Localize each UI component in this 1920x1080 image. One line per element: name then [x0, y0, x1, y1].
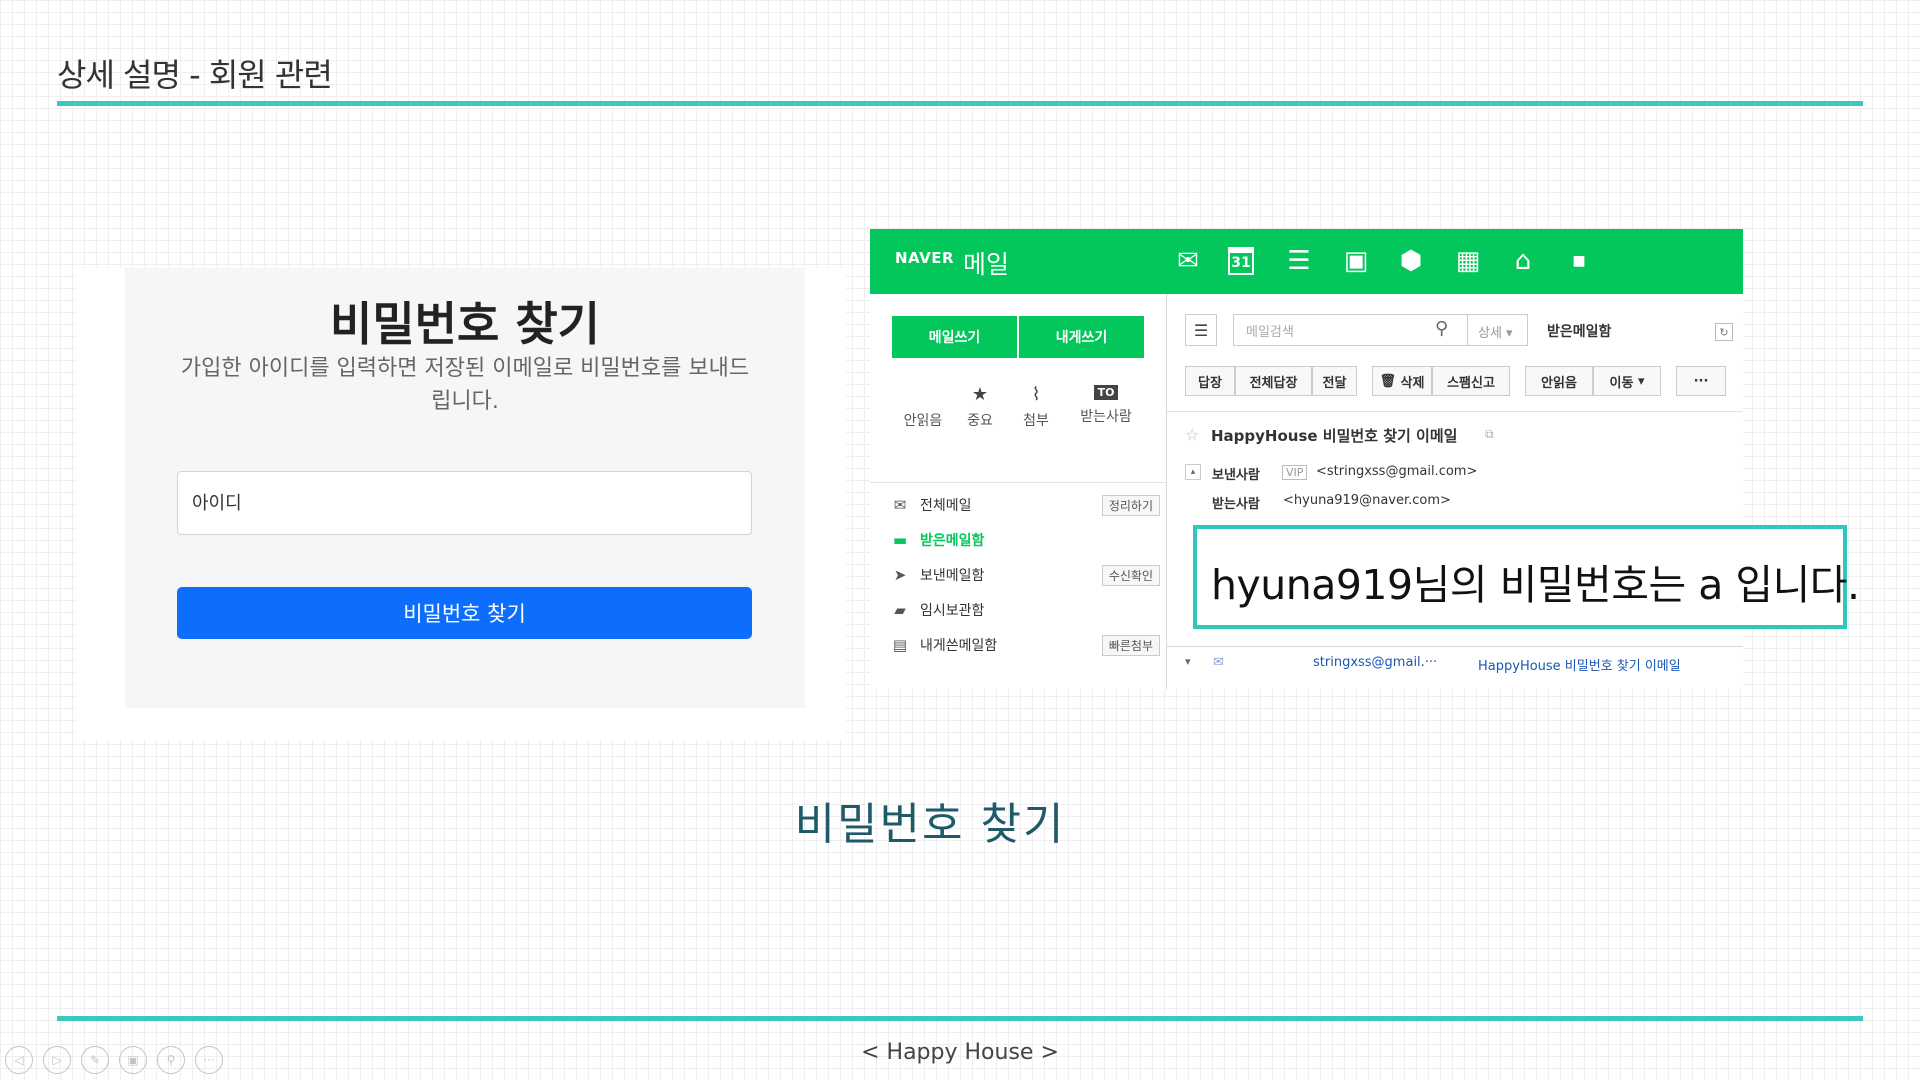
read-receipt-button[interactable]: 수신확인 — [1101, 564, 1160, 586]
forward-button[interactable]: 전달 — [1312, 366, 1357, 396]
list-sender[interactable]: stringxss@gmail.··· — [1313, 655, 1437, 670]
folder-icon: ▰ — [894, 601, 906, 619]
current-box-label: 받은메일함 — [1547, 324, 1612, 340]
trash-icon: 🗑 — [1379, 373, 1401, 389]
pen-icon[interactable]: ✎ — [81, 1046, 109, 1074]
to-icon: TO — [1093, 385, 1119, 400]
mail-icon[interactable]: ✉ — [1172, 245, 1204, 277]
contacts-icon[interactable]: ▣ — [1340, 245, 1372, 277]
mail-search-input[interactable]: 메일검색 — [1233, 314, 1468, 346]
pages-icon[interactable]: ▣ — [119, 1046, 147, 1074]
write-mail-button[interactable]: 메일쓰기 — [892, 316, 1017, 358]
mail-left-pane: 메일쓰기 내게쓰기 안읽음 ★ 중요 ⌇ 첨부 TO 받는사람 ✉ 전체메일 정리하기… — [870, 294, 1167, 689]
reply-all-button[interactable]: 전체답장 — [1235, 366, 1312, 396]
folder-sent[interactable]: ➤ 보낸메일함 수신확인 — [890, 563, 1160, 587]
note-icon: ▤ — [892, 636, 908, 654]
collapse-icon[interactable]: ▴ — [1185, 464, 1201, 480]
inbox-icon: ▬ — [892, 531, 908, 549]
footer-divider — [57, 1016, 1863, 1021]
list-subject[interactable]: HappyHouse 비밀번호 찾기 이메일 — [1478, 655, 1681, 674]
zoom-icon[interactable]: ⚲ — [157, 1046, 185, 1074]
password-message-highlight: hyuna919님의 비밀번호는 a 입니다. — [1193, 525, 1860, 629]
more-icon[interactable]: ··· — [195, 1046, 223, 1074]
small-square-icon[interactable]: ■ — [1563, 245, 1595, 277]
prev-icon[interactable]: ◁ — [5, 1046, 33, 1074]
search-icon[interactable]: ⚲ — [1435, 318, 1448, 339]
naver-logo: NAVER — [895, 249, 955, 267]
reply-button[interactable]: 답장 — [1185, 366, 1235, 396]
home-icon[interactable]: ⌂ — [1507, 245, 1539, 277]
toolbar-divider — [1167, 411, 1743, 412]
to-address[interactable]: <hyuna919@naver.com> — [1283, 493, 1451, 508]
slide-caption: 비밀번호 찾기 — [794, 799, 1066, 850]
footer-title: < Happy House > — [861, 1040, 1059, 1065]
quick-attach-button[interactable]: 빠른첨부 — [1101, 634, 1160, 656]
to-label: 받는사람 — [1212, 497, 1260, 512]
next-icon[interactable]: ▷ — [43, 1046, 71, 1074]
id-input[interactable] — [177, 471, 752, 535]
expand-icon[interactable]: ▾ — [1185, 655, 1191, 668]
slide-title: 상세 설명 - 회원 관련 — [57, 56, 333, 94]
find-password-button[interactable]: 비밀번호 찾기 — [177, 587, 752, 639]
from-address[interactable]: <stringxss@gmail.com> — [1316, 464, 1477, 479]
mail-subject: HappyHouse 비밀번호 찾기 이메일 — [1211, 427, 1458, 445]
organize-button[interactable]: 정리하기 — [1101, 494, 1160, 516]
pane-divider — [870, 482, 1167, 483]
from-label: 보낸사람 — [1212, 468, 1260, 483]
move-dropdown[interactable]: 이동 ▾ — [1593, 366, 1661, 396]
folder-inbox[interactable]: ▬ 받은메일함 — [890, 528, 1160, 552]
calendar-icon[interactable]: 31 — [1228, 247, 1254, 275]
envelope-icon: ✉ — [893, 496, 907, 514]
folder-all-mail[interactable]: ✉ 전체메일 정리하기 — [890, 493, 1160, 517]
header-divider — [57, 101, 1863, 106]
folder-self[interactable]: ▤ 내게쓴메일함 빠른첨부 — [890, 633, 1160, 657]
send-icon: ➤ — [893, 566, 907, 584]
star-outline-icon[interactable]: ☆ — [1185, 425, 1199, 444]
memo-icon[interactable]: ▦ — [1452, 245, 1484, 277]
folder-drafts[interactable]: ▰ 임시보관함 — [890, 598, 1160, 622]
menu-icon[interactable]: ☰ — [1185, 314, 1217, 346]
popout-icon[interactable]: ⧉ — [1485, 427, 1494, 442]
vip-badge: VIP — [1282, 465, 1308, 480]
mail-logo-text: 메일 — [963, 250, 1010, 279]
write-to-self-button[interactable]: 내게쓰기 — [1019, 316, 1144, 358]
search-detail-dropdown[interactable]: 상세 ▾ — [1468, 314, 1528, 346]
refresh-icon[interactable]: ↻ — [1715, 323, 1733, 341]
list-divider — [1167, 646, 1743, 647]
filter-attachment[interactable]: ⌇ 첨부 — [1001, 384, 1071, 430]
list-icon[interactable]: ☰ — [1283, 245, 1315, 277]
filter-recipient[interactable]: TO 받는사람 — [1066, 384, 1146, 426]
mark-unread-button[interactable]: 안읽음 — [1525, 366, 1593, 396]
delete-button[interactable]: 🗑 삭제 — [1372, 366, 1432, 396]
spam-report-button[interactable]: 스팸신고 — [1432, 366, 1510, 396]
paperclip-icon: ⌇ — [1031, 384, 1041, 405]
cube-icon[interactable]: ⬢ — [1395, 245, 1427, 277]
find-password-description: 가입한 아이디를 입력하면 저장된 이메일로 비밀번호를 보내드립니다. — [180, 356, 750, 414]
find-password-title: 비밀번호 찾기 — [330, 297, 600, 351]
more-button[interactable]: ··· — [1676, 366, 1726, 396]
envelope-small-icon: ✉ — [1213, 655, 1224, 670]
